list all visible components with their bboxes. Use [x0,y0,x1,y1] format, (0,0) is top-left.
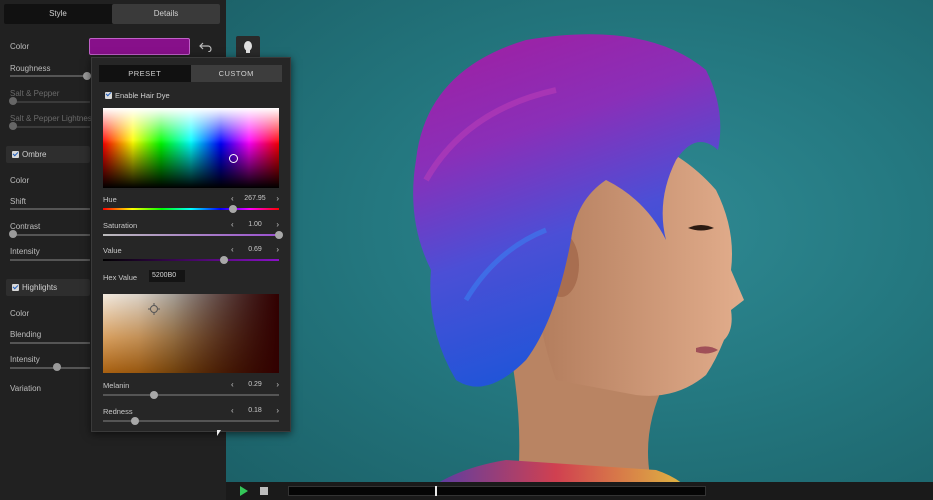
value-slider-knob[interactable] [220,256,229,264]
highlights-intensity-slider[interactable] [10,367,90,369]
chevron-left-icon[interactable]: ‹ [231,406,234,416]
ombre-intensity-slider[interactable] [10,259,90,261]
melanin-slider[interactable] [103,391,279,399]
salt-pepper-label: Salt & Pepper [10,89,60,98]
undo-icon[interactable] [199,40,213,52]
redness-stepper[interactable]: ‹ 0.18 › [231,406,279,416]
timeline-playhead[interactable] [435,486,437,496]
panel-tabs: Style Details [4,4,220,24]
tab-details[interactable]: Details [112,4,220,24]
value-label: Value [103,246,122,255]
timeline-bar [226,482,933,500]
color-swatch[interactable] [89,38,190,55]
ombre-shift-label: Shift [10,197,27,206]
tab-custom[interactable]: CUSTOM [190,65,282,82]
salt-pepper-slider-knob[interactable] [9,97,17,105]
highlights-section[interactable]: Highlights [6,279,90,296]
chevron-right-icon[interactable]: › [276,245,279,255]
chevron-right-icon[interactable]: › [276,194,279,204]
value-value[interactable]: 0.69 [239,245,271,255]
saturation-label: Saturation [103,221,138,230]
highlights-variation-label: Variation [10,384,41,393]
roughness-slider-knob[interactable] [83,72,91,80]
mouse-cursor-icon [217,430,221,436]
chevron-left-icon[interactable]: ‹ [231,220,234,230]
melanin-label: Melanin [103,381,130,390]
highlights-blending-label: Blending [10,330,42,339]
hex-value-input[interactable]: 5200B0 [149,270,185,282]
ombre-shift-slider[interactable] [10,208,90,210]
highlights-color-label: Color [10,309,30,318]
color-label: Color [10,42,30,51]
saturation-slider[interactable] [103,231,283,239]
hue-label: Hue [103,195,117,204]
hue-slider[interactable] [103,205,279,213]
melanin-picker-cursor[interactable] [148,303,160,315]
hair-dye-popup: PRESET CUSTOM Enable Hair Dye Hue ‹ 267.… [91,57,291,432]
hex-value-label: Hex Value [103,273,138,282]
ombre-label: Ombre [22,150,47,159]
color-picker-shade [103,108,279,188]
value-stepper[interactable]: ‹ 0.69 › [231,245,279,255]
checkbox-icon[interactable] [12,284,19,291]
highlights-intensity-slider-knob[interactable] [53,363,61,371]
ombre-contrast-slider-knob[interactable] [9,230,17,238]
ombre-intensity-label: Intensity [10,247,40,256]
hue-value[interactable]: 267.95 [239,194,271,204]
head-icon [244,41,252,53]
checkbox-icon[interactable] [105,92,112,99]
roughness-label: Roughness [10,64,51,73]
chevron-left-icon[interactable]: ‹ [231,194,234,204]
ombre-color-label: Color [10,176,30,185]
chevron-right-icon[interactable]: › [276,406,279,416]
melanin-value[interactable]: 0.29 [239,380,271,390]
ombre-contrast-slider[interactable] [10,234,90,236]
popup-tabs: PRESET CUSTOM [99,65,282,82]
melanin-slider-knob[interactable] [150,391,159,399]
tab-style[interactable]: Style [4,4,112,24]
hue-stepper[interactable]: ‹ 267.95 › [231,194,279,204]
salt-pepper-slider[interactable] [10,101,90,103]
enable-hair-dye-label: Enable Hair Dye [115,91,170,100]
redness-slider[interactable] [103,417,279,425]
saturation-slider-knob[interactable] [275,231,283,239]
value-slider[interactable] [103,256,279,264]
head-preset-button[interactable] [236,36,260,58]
melanin-picker-area[interactable] [103,294,279,373]
saturation-value[interactable]: 1.00 [239,220,271,230]
chevron-left-icon[interactable]: ‹ [231,245,234,255]
chevron-right-icon[interactable]: › [276,220,279,230]
tab-preset[interactable]: PRESET [99,65,191,82]
color-picker-area[interactable] [103,108,279,188]
highlights-label: Highlights [22,283,58,292]
redness-label: Redness [103,407,133,416]
saturation-stepper[interactable]: ‹ 1.00 › [231,220,279,230]
salt-pepper-lightness-slider-knob[interactable] [9,122,17,130]
play-icon[interactable] [240,486,248,496]
ombre-section[interactable]: Ombre [6,146,90,163]
viewport[interactable] [226,0,933,500]
highlights-intensity-label: Intensity [10,355,40,364]
checkbox-icon[interactable] [12,151,19,158]
redness-value[interactable]: 0.18 [239,406,271,416]
chevron-left-icon[interactable]: ‹ [231,380,234,390]
timeline-track[interactable] [288,486,706,496]
enable-hair-dye-checkbox[interactable]: Enable Hair Dye [105,91,170,100]
melanin-stepper[interactable]: ‹ 0.29 › [231,380,279,390]
hue-slider-knob[interactable] [229,205,238,213]
stop-icon[interactable] [260,487,268,495]
roughness-slider[interactable] [10,75,90,77]
color-picker-cursor[interactable] [229,154,238,163]
chevron-right-icon[interactable]: › [276,380,279,390]
salt-pepper-lightness-label: Salt & Pepper Lightnes [10,114,92,123]
highlights-blending-slider[interactable] [10,342,90,344]
portrait-image [413,34,744,500]
salt-pepper-lightness-slider[interactable] [10,126,90,128]
redness-slider-knob[interactable] [130,417,139,425]
